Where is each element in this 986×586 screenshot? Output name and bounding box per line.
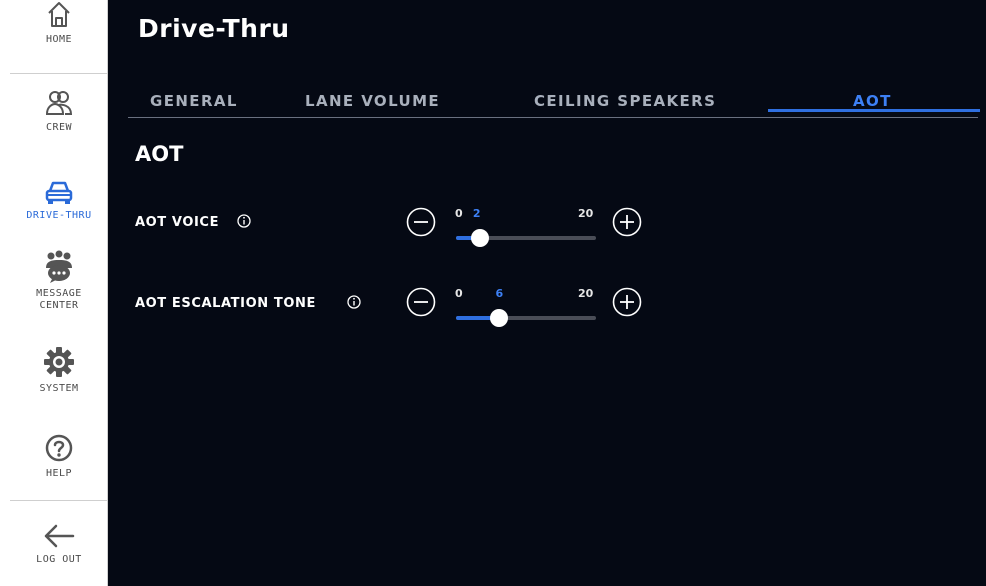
arrow-left-icon xyxy=(44,524,75,548)
page-title: Drive-Thru xyxy=(138,14,290,43)
aot-escalation-tone-decrease-button[interactable] xyxy=(406,287,436,317)
main-panel xyxy=(108,0,986,586)
sidebar-item-help[interactable]: HELP xyxy=(10,432,108,480)
aot-voice-min: 0 xyxy=(455,207,463,220)
aot-voice-value: 2 xyxy=(472,207,481,220)
left-edge xyxy=(0,0,10,586)
aot-escalation-tone-increase-button[interactable] xyxy=(612,287,642,317)
sidebar-nav: HOME CREW DRIVE-THRU MESSAGE CENTER SYST… xyxy=(10,0,108,586)
help-icon xyxy=(45,434,73,462)
info-icon[interactable] xyxy=(347,295,361,309)
sidebar-item-label: HELP xyxy=(45,468,73,479)
tab-ceiling-speakers[interactable]: CEILING SPEAKERS xyxy=(534,92,716,110)
aot-escalation-tone-max: 20 xyxy=(578,287,594,300)
aot-voice-max: 20 xyxy=(578,207,594,220)
gear-icon xyxy=(44,347,74,377)
tabs-divider xyxy=(128,117,978,118)
crew-icon xyxy=(45,91,73,115)
sidebar-item-system[interactable]: SYSTEM xyxy=(10,345,108,395)
home-icon xyxy=(48,2,70,27)
divider xyxy=(10,73,108,74)
aot-escalation-tone-min: 0 xyxy=(455,287,463,300)
sidebar-item-label: MESSAGE CENTER xyxy=(36,288,82,311)
aot-escalation-tone-value: 6 xyxy=(495,287,504,300)
sidebar-item-message-center[interactable]: MESSAGE CENTER xyxy=(10,250,108,312)
sidebar-item-label: DRIVE-THRU xyxy=(26,210,92,221)
tab-general[interactable]: GENERAL xyxy=(150,92,238,110)
aot-voice-decrease-button[interactable] xyxy=(406,207,436,237)
aot-voice-increase-button[interactable] xyxy=(612,207,642,237)
divider xyxy=(10,500,108,501)
section-title: AOT xyxy=(135,142,184,166)
tab-lane-volume[interactable]: LANE VOLUME xyxy=(305,92,440,110)
aot-voice-label: AOT VOICE xyxy=(135,215,220,230)
sidebar-item-log-out[interactable]: LOG OUT xyxy=(10,522,108,566)
aot-escalation-tone-label: AOT ESCALATION TONE xyxy=(135,296,316,311)
aot-voice-slider-thumb[interactable] xyxy=(470,229,489,247)
sidebar-item-drive-thru[interactable]: DRIVE-THRU xyxy=(10,180,108,222)
active-tab-indicator xyxy=(768,109,980,112)
sidebar-item-label: HOME xyxy=(45,34,73,45)
sidebar-item-label: SYSTEM xyxy=(39,383,79,394)
message-center-icon xyxy=(46,250,72,283)
sidebar-item-label: LOG OUT xyxy=(36,554,82,565)
car-icon xyxy=(45,181,73,204)
sidebar-item-crew[interactable]: CREW xyxy=(10,88,108,134)
tab-aot[interactable]: AOT xyxy=(853,92,892,110)
info-icon[interactable] xyxy=(237,214,251,228)
sidebar-item-label: CREW xyxy=(45,122,73,133)
sidebar-item-home[interactable]: HOME xyxy=(10,0,108,46)
